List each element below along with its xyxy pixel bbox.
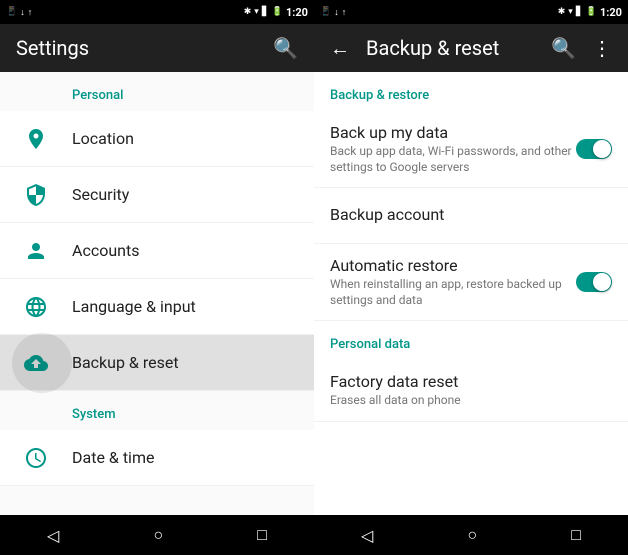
left-panel: 📱 ↓ ↑ ✱ ▾ ▋ 🔋 1:20 Settings 🔍 Personal bbox=[0, 0, 314, 555]
accounts-title: Accounts bbox=[72, 241, 298, 260]
left-time: 1:20 bbox=[286, 6, 308, 19]
upload-icon: ↑ bbox=[28, 7, 33, 18]
wifi-icon: ▾ bbox=[254, 7, 259, 17]
right-status-right: ✱ ▾ ▋ 🔋 1:20 bbox=[558, 6, 622, 19]
right-status-icons: 📱 ↓ ↑ bbox=[320, 7, 346, 18]
right-item-backup-account[interactable]: Backup account bbox=[314, 188, 628, 244]
battery-icon: 🔋 bbox=[272, 7, 283, 17]
settings-item-language[interactable]: Language & input bbox=[0, 279, 314, 335]
right-upload-icon: ↑ bbox=[342, 7, 347, 18]
right-nav-back-button[interactable]: ◁ bbox=[341, 518, 393, 553]
left-app-bar: Settings 🔍 bbox=[0, 24, 314, 72]
right-nav-bar: ◁ ○ □ bbox=[314, 515, 628, 555]
settings-item-backup[interactable]: Backup & reset bbox=[0, 335, 314, 391]
right-time: 1:20 bbox=[600, 6, 622, 19]
right-app-bar-title: Backup & reset bbox=[366, 36, 535, 60]
left-home-button[interactable]: ○ bbox=[133, 517, 183, 553]
personal-section-header: Personal bbox=[0, 72, 314, 111]
security-icon-container bbox=[16, 175, 56, 215]
left-status-right: ✱ ▾ ▋ 🔋 1:20 bbox=[244, 6, 308, 19]
datetime-text: Date & time bbox=[72, 448, 298, 467]
left-app-bar-title: Settings bbox=[16, 36, 273, 60]
right-nav-recent-button[interactable]: □ bbox=[551, 517, 601, 553]
ripple bbox=[12, 333, 72, 393]
clock-icon bbox=[24, 446, 48, 470]
security-icon bbox=[24, 183, 48, 207]
signal-icon: ▋ bbox=[262, 7, 269, 17]
right-signal-icon: ▋ bbox=[576, 7, 583, 17]
language-icon-container bbox=[16, 287, 56, 327]
right-notification-icon: 📱 bbox=[320, 7, 331, 17]
datetime-icon-container bbox=[16, 438, 56, 478]
language-title: Language & input bbox=[72, 297, 298, 316]
right-item-factory-reset[interactable]: Factory data reset Erases all data on ph… bbox=[314, 360, 628, 422]
right-download-icon: ↓ bbox=[334, 7, 339, 18]
location-text: Location bbox=[72, 129, 298, 148]
backup-title: Backup & reset bbox=[72, 353, 298, 372]
bluetooth-icon: ✱ bbox=[244, 7, 252, 17]
left-content: Personal Location Security bbox=[0, 72, 314, 515]
right-battery-icon: 🔋 bbox=[586, 7, 597, 17]
language-text: Language & input bbox=[72, 297, 298, 316]
backup-account-title: Backup account bbox=[330, 205, 612, 224]
right-app-bar: ← Backup & reset 🔍 ⋮ bbox=[314, 24, 628, 72]
auto-restore-text: Automatic restore When reinstalling an a… bbox=[330, 256, 576, 308]
factory-reset-subtitle: Erases all data on phone bbox=[330, 393, 612, 409]
right-panel: 📱 ↓ ↑ ✱ ▾ ▋ 🔋 1:20 ← Backup & reset 🔍 ⋮ … bbox=[314, 0, 628, 555]
personal-data-header: Personal data bbox=[314, 321, 628, 360]
auto-restore-subtitle: When reinstalling an app, restore backed… bbox=[330, 277, 576, 308]
datetime-title: Date & time bbox=[72, 448, 298, 467]
backup-data-toggle[interactable] bbox=[576, 139, 612, 159]
left-app-bar-actions: 🔍 bbox=[273, 36, 298, 60]
factory-reset-title: Factory data reset bbox=[330, 372, 612, 391]
right-back-icon[interactable]: ← bbox=[330, 36, 350, 61]
left-nav-bar: ◁ ○ □ bbox=[0, 515, 314, 555]
right-nav-home-button[interactable]: ○ bbox=[447, 517, 497, 553]
accounts-icon bbox=[24, 239, 48, 263]
left-status-bar: 📱 ↓ ↑ ✱ ▾ ▋ 🔋 1:20 bbox=[0, 0, 314, 24]
auto-restore-toggle[interactable] bbox=[576, 272, 612, 292]
backup-text: Backup & reset bbox=[72, 353, 298, 372]
location-icon-container bbox=[16, 119, 56, 159]
factory-reset-text: Factory data reset Erases all data on ph… bbox=[330, 372, 612, 409]
backup-account-text: Backup account bbox=[330, 205, 612, 226]
location-icon bbox=[24, 127, 48, 151]
right-item-backup-data[interactable]: Back up my data Back up app data, Wi-Fi … bbox=[314, 111, 628, 188]
right-bluetooth-icon: ✱ bbox=[558, 7, 566, 17]
left-search-icon[interactable]: 🔍 bbox=[273, 36, 298, 60]
accounts-icon-container bbox=[16, 231, 56, 271]
settings-item-location[interactable]: Location bbox=[0, 111, 314, 167]
settings-item-datetime[interactable]: Date & time bbox=[0, 430, 314, 486]
security-text: Security bbox=[72, 185, 298, 204]
right-more-icon[interactable]: ⋮ bbox=[592, 36, 612, 60]
left-status-icons: 📱 ↓ ↑ bbox=[6, 7, 32, 18]
auto-restore-title: Automatic restore bbox=[330, 256, 576, 275]
left-back-button[interactable]: ◁ bbox=[27, 518, 79, 553]
download-icon: ↓ bbox=[20, 7, 25, 18]
backup-data-title: Back up my data bbox=[330, 123, 576, 142]
right-status-bar: 📱 ↓ ↑ ✱ ▾ ▋ 🔋 1:20 bbox=[314, 0, 628, 24]
right-item-auto-restore[interactable]: Automatic restore When reinstalling an a… bbox=[314, 244, 628, 321]
security-title: Security bbox=[72, 185, 298, 204]
language-icon bbox=[24, 295, 48, 319]
right-search-icon[interactable]: 🔍 bbox=[551, 36, 576, 60]
left-recent-button[interactable]: □ bbox=[237, 517, 287, 553]
system-section-header: System bbox=[0, 391, 314, 430]
backup-data-text: Back up my data Back up app data, Wi-Fi … bbox=[330, 123, 576, 175]
notification-icon: 📱 bbox=[6, 7, 17, 17]
accounts-text: Accounts bbox=[72, 241, 298, 260]
right-content: Backup & restore Back up my data Back up… bbox=[314, 72, 628, 515]
location-title: Location bbox=[72, 129, 298, 148]
settings-item-security[interactable]: Security bbox=[0, 167, 314, 223]
right-wifi-icon: ▾ bbox=[568, 7, 573, 17]
backup-data-subtitle: Back up app data, Wi-Fi passwords, and o… bbox=[330, 144, 576, 175]
settings-item-accounts[interactable]: Accounts bbox=[0, 223, 314, 279]
backup-restore-header: Backup & restore bbox=[314, 72, 628, 111]
